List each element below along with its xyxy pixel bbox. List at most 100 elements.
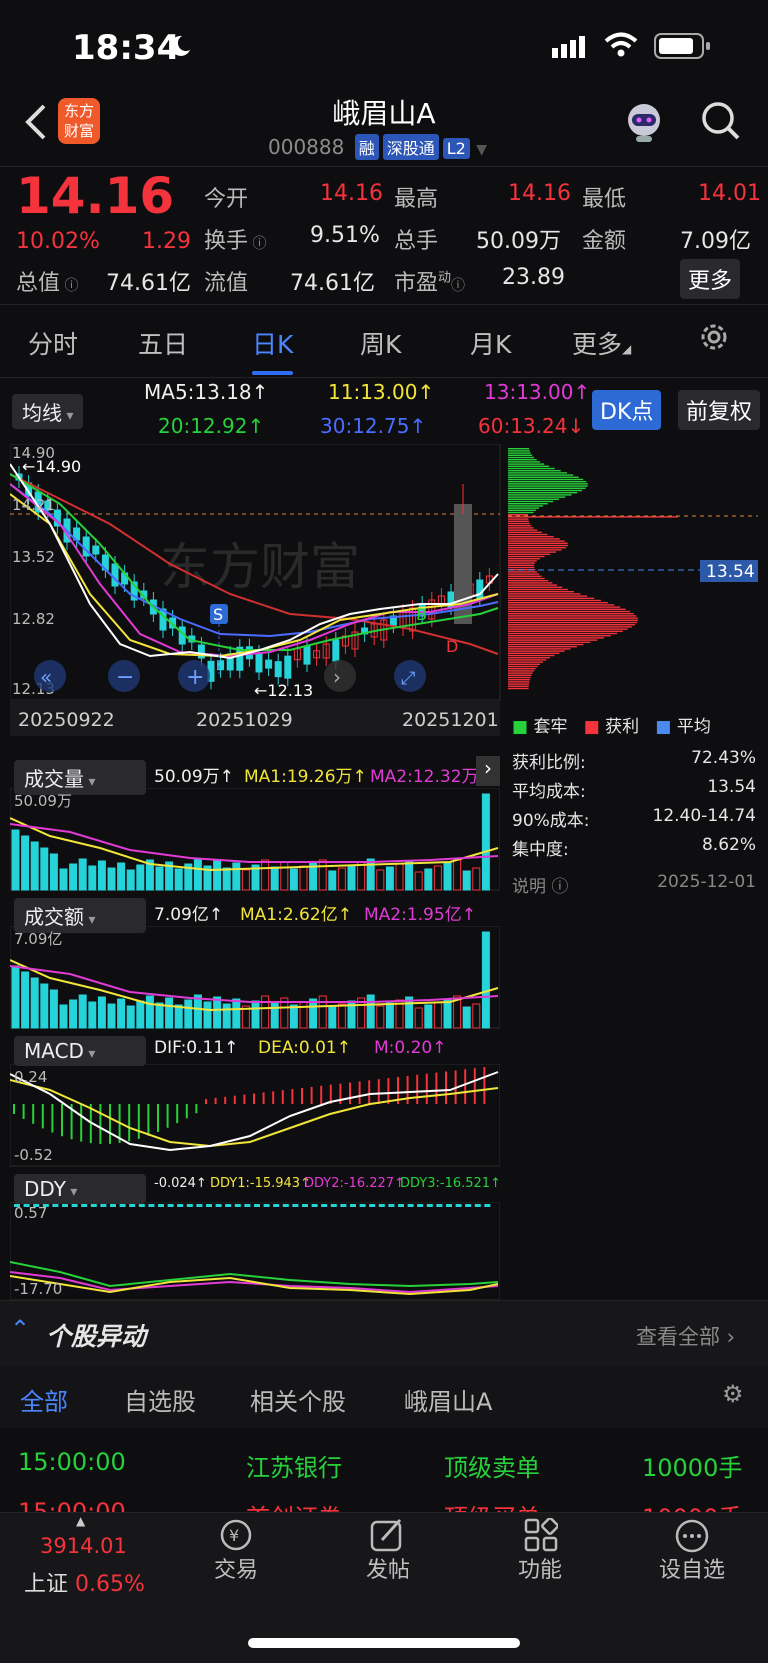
high-label: 最高 [394,187,439,212]
nav-add-watchlist[interactable]: 设自选 [642,1552,742,1584]
ma-selector[interactable]: 均线 [12,394,84,429]
volume-bar [472,1003,481,1029]
ddy-bar [148,1204,155,1207]
chip-bar [508,478,584,481]
volume-bar [405,860,414,891]
chip-bar [508,621,638,624]
volume-bar [40,983,49,1029]
ddy-bar [321,1204,328,1207]
volume-bar [414,871,423,891]
chips-legend: ■ 套牢 ■ 获利 ■ 平均 [512,717,711,737]
chip-bar [508,560,537,562]
volume-bar [193,858,202,891]
chip-bar [508,632,618,635]
chip-bar [508,540,565,542]
chip-bar [508,635,611,637]
chip-bar [508,450,530,452]
chip-bar [508,626,632,628]
status-time: 18:34 [72,28,181,68]
ddy-bar [196,1204,203,1207]
ddy2-value: DDY2:-16.227↑ [304,1176,405,1191]
volume-bar [299,865,308,891]
chips-note[interactable]: 说明 ⓘ [512,872,568,901]
chip-bar [508,514,529,516]
tab-more[interactable]: 更多◢ [572,325,631,361]
index-value[interactable]: 3914.01 [40,1534,127,1558]
chip-bar [508,525,532,527]
candle-body [111,563,119,587]
tab-daily-k[interactable]: 日K [252,325,294,375]
svg-text:S: S [213,605,223,624]
svg-text:-17.70: -17.70 [14,1280,62,1298]
chip-bar [508,641,591,643]
tab-5day[interactable]: 五日 [138,325,188,361]
mover-name[interactable]: 首创证券 [246,1498,342,1512]
chip-distribution[interactable]: 13.54 [508,444,760,708]
macd-selector[interactable]: MACD [14,1036,146,1066]
ddy-bar [186,1204,193,1207]
dk-point-button[interactable]: DK点 [592,390,662,430]
chip-bar [508,661,543,663]
volume-bar [453,859,462,891]
movers-tab-watchlist[interactable]: 自选股 [124,1382,196,1417]
mover-name[interactable]: 江苏银行 [246,1448,342,1483]
volume-bar [174,1004,183,1029]
chevron-up-icon[interactable]: ⌃ [10,1315,30,1343]
movers-list: 15:00:00 江苏银行 顶级卖单 10000手 15:00:00 首创证券 … [0,1428,768,1512]
movers-tab-all[interactable]: 全部 [20,1382,68,1417]
chip-bar [508,593,581,595]
tag-l2: L2 [442,138,470,159]
post-icon[interactable] [370,1518,406,1556]
stock-code-row[interactable]: 000888 融深股通 L2 ▼ [268,134,487,160]
ddy-bar [52,1204,59,1207]
tab-intraday[interactable]: 分时 [28,325,78,361]
ddy-selector[interactable]: DDY [14,1174,146,1204]
chip-bar [508,553,551,555]
volume-bar [472,867,481,891]
chip-bar [508,591,575,593]
expand-right-icon[interactable]: › [476,756,500,786]
chip-bar [508,555,545,558]
movers-tab-related[interactable]: 相关个股 [250,1382,346,1417]
adjust-button[interactable]: 前复权 [678,390,761,430]
volume-bar [40,847,49,891]
volume-bar [107,1003,116,1029]
more-button[interactable]: 更多 [680,259,741,299]
nav-trade[interactable]: 交易 [186,1552,286,1584]
chip-bar [508,529,538,531]
tab-weekly-k[interactable]: 周K [360,325,401,361]
volume-bar [30,977,39,1029]
movers-tab-stock[interactable]: 峨眉山A [404,1382,492,1417]
volume-label: 总手 [394,229,439,254]
volume-bar [49,989,58,1029]
gear-icon[interactable]: ⚙ [722,1380,744,1408]
robot-assistant-icon[interactable] [622,100,666,148]
volume-bar [414,1007,423,1029]
movers-header[interactable]: ⌃ 个股异动 查看全部 › [0,1300,768,1367]
trade-icon[interactable]: ¥ [216,1518,256,1556]
ddy-bar [474,1204,481,1207]
open-value: 14.16 [320,181,383,206]
volume-bar [337,867,346,891]
functions-icon[interactable] [524,1517,559,1556]
ddy-bar [388,1204,395,1207]
nav-functions[interactable]: 功能 [490,1552,590,1584]
ma5-value: MA5:13.18↑ [144,380,269,404]
search-icon[interactable] [700,100,742,146]
index-ticker[interactable]: 上证 0.65% [24,1566,145,1598]
ddy-bar [369,1204,376,1207]
nav-post[interactable]: 发帖 [338,1552,438,1584]
ma13-value: 13:13.00↑ [484,380,591,404]
chip-bar [508,483,588,485]
volume-bar [21,971,30,1029]
tab-monthly-k[interactable]: 月K [470,325,511,361]
macd-chart: 0.24 -0.52 [9,1063,501,1172]
chip-bar [508,668,536,670]
volume-bar [309,998,318,1029]
chip-bar [508,606,621,608]
kline-chart[interactable]: 东方财富 14.90 14.21 13.52 12.82 12.13 ←14.9… [9,443,502,744]
ddy-bar [302,1204,308,1207]
view-all-link[interactable]: 查看全部 › [636,1321,735,1351]
volume-bar [318,859,327,891]
settings-gear-icon[interactable] [698,321,730,357]
